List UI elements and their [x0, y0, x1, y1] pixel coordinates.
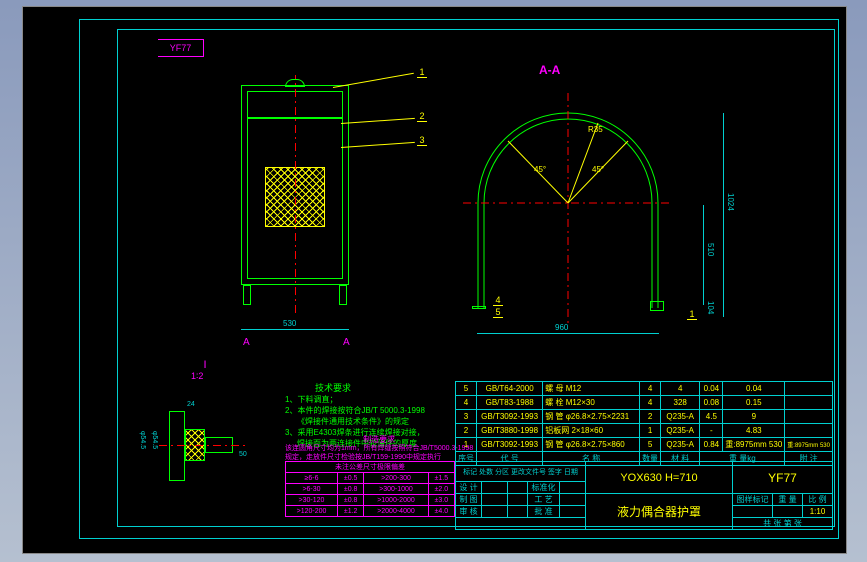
- tb-check: 审 核: [456, 506, 482, 518]
- tb-mass: 重 量: [773, 494, 803, 506]
- bom-row: 4GB/T83-1988 螺 栓 M12×304 3280.080.15: [456, 396, 833, 410]
- mfg-title: 制造要求: [285, 435, 473, 444]
- filename-tab-text: YF77: [170, 40, 192, 56]
- dim-530: 530: [283, 319, 296, 328]
- sr: ±2.0: [428, 484, 454, 495]
- mfg-notes: 制造要求 该连圆角尺寸均为1mm，所有焊缝按照符合JB/T5000.3-1998…: [285, 435, 473, 462]
- sr: >300-1000: [364, 484, 428, 495]
- detail-view: φ54.5 φ54.5 50 24: [139, 401, 279, 501]
- dim-510: 510: [706, 243, 715, 256]
- spec-h4: ±1.5: [428, 473, 454, 484]
- leader-5: 5: [493, 307, 503, 318]
- dim-arc-45b: 45°: [592, 165, 604, 174]
- tolerance-table: 未注公差尺寸极限偏差 ≥6-6 ±0.5 >200-300 ±1.5 >6-30…: [285, 461, 455, 517]
- dim-d50: 50: [239, 451, 247, 458]
- tb-marks: 图样标记: [733, 494, 773, 506]
- dim-510-line: [703, 205, 704, 305]
- dim-530-line: [241, 329, 349, 330]
- dim-d54a: φ54.5: [139, 431, 146, 449]
- notes-title: 技术要求: [315, 383, 425, 394]
- tb-std: 标准化: [528, 482, 560, 494]
- dim-1024: 1024: [726, 193, 735, 211]
- dim-arc-r: R35: [588, 125, 603, 134]
- sr: ±3.0: [428, 495, 454, 506]
- title-block: 标记 处数 分区 更改文件号 签字 日期 YOX630 H=710 YF77 设…: [455, 461, 833, 530]
- tb-part-name: 液力偶合器护罩: [586, 494, 733, 530]
- sr: >120-200: [286, 506, 338, 517]
- leader-3: 3: [417, 135, 427, 146]
- bom-row: 2GB/T3880-1998 铝板网 2×18×601 Q235-A-4.83: [456, 424, 833, 438]
- leg-left: [243, 285, 251, 305]
- centerline-v: [295, 75, 296, 313]
- sr: ±0.8: [338, 484, 364, 495]
- mfg-1: 该连圆角尺寸均为1mm，所有焊缝按照符合JB/T5000.3-1998: [285, 444, 473, 453]
- dim-104: 104: [706, 301, 715, 314]
- spec-h1: ≥6-6: [286, 473, 338, 484]
- dim-d24: 24: [187, 401, 195, 408]
- leader-2: 2: [417, 111, 427, 122]
- cad-canvas[interactable]: YF77 A-A 1 2 3 530 A A 45° 45°: [22, 6, 847, 554]
- leader-4: 4: [493, 295, 503, 306]
- tb-process: 工 艺: [528, 494, 560, 506]
- section-a-left: A: [243, 337, 250, 348]
- notes-2: 2、本件的焊接按符合JB/T 5000.3-1998: [285, 405, 425, 416]
- notes-2b: 《焊接件通用技术条件》的规定: [297, 416, 425, 427]
- spec-caption: 未注公差尺寸极限偏差: [286, 462, 455, 473]
- foot-right: [650, 301, 664, 311]
- dim-960: 960: [555, 323, 568, 332]
- tb-drawing-no: YF77: [733, 462, 833, 494]
- detail-axis: [159, 445, 249, 446]
- bom-row: 5 GB/T64-2000 螺 母 M12 4 4 0.04 0.04: [456, 382, 833, 396]
- sr: ±1.2: [338, 506, 364, 517]
- dim-d54b: φ54.5: [151, 431, 158, 449]
- spec-h2: ±0.5: [338, 473, 364, 484]
- dim-1024-line: [723, 113, 724, 317]
- tb-sheets: 共 张 第 张: [733, 518, 833, 530]
- notes-1: 1、下料调直；: [285, 394, 425, 405]
- filename-tab: YF77: [158, 39, 204, 57]
- leg-right: [339, 285, 347, 305]
- section-aa-label: A-A: [539, 63, 560, 77]
- spec-h3: >200-300: [364, 473, 428, 484]
- section-a-right: A: [343, 337, 350, 348]
- leader-1b: 1: [687, 309, 697, 320]
- tb-model: YOX630 H=710: [586, 462, 733, 494]
- detail-label: I: [195, 359, 215, 371]
- dim-960-line: [477, 333, 659, 334]
- foot-left: [472, 306, 486, 309]
- sr: >2000-4000: [364, 506, 428, 517]
- sr: >1000-2000: [364, 495, 428, 506]
- tb-approve: 批 准: [528, 506, 560, 518]
- sr: >6-30: [286, 484, 338, 495]
- bom-row: 3GB/T3092-1993 钢 管 φ26.8×2.75×22312 Q235…: [456, 410, 833, 424]
- tb-rev-head: 标记 处数 分区 更改文件号 签字 日期: [456, 462, 586, 482]
- tb-scale-label: 比 例: [803, 494, 833, 506]
- bom-table: 5 GB/T64-2000 螺 母 M12 4 4 0.04 0.04 4GB/…: [455, 381, 833, 466]
- sr: ±4.0: [428, 506, 454, 517]
- leader-1: 1: [417, 67, 427, 78]
- detail-pipe: [169, 411, 185, 481]
- front-view: [241, 85, 349, 305]
- dim-arc-45a: 45°: [534, 165, 546, 174]
- tb-scale: 1:10: [803, 506, 833, 518]
- sr: >30-120: [286, 495, 338, 506]
- tb-drawn: 制 图: [456, 494, 482, 506]
- tb-design: 设 计: [456, 482, 482, 494]
- detail-scale: 1∶2: [191, 371, 203, 382]
- bom-row: 1GB/T3092-1993 钢 管 φ26.8×2.75×8605 Q235-…: [456, 438, 833, 452]
- sr: ±0.8: [338, 495, 364, 506]
